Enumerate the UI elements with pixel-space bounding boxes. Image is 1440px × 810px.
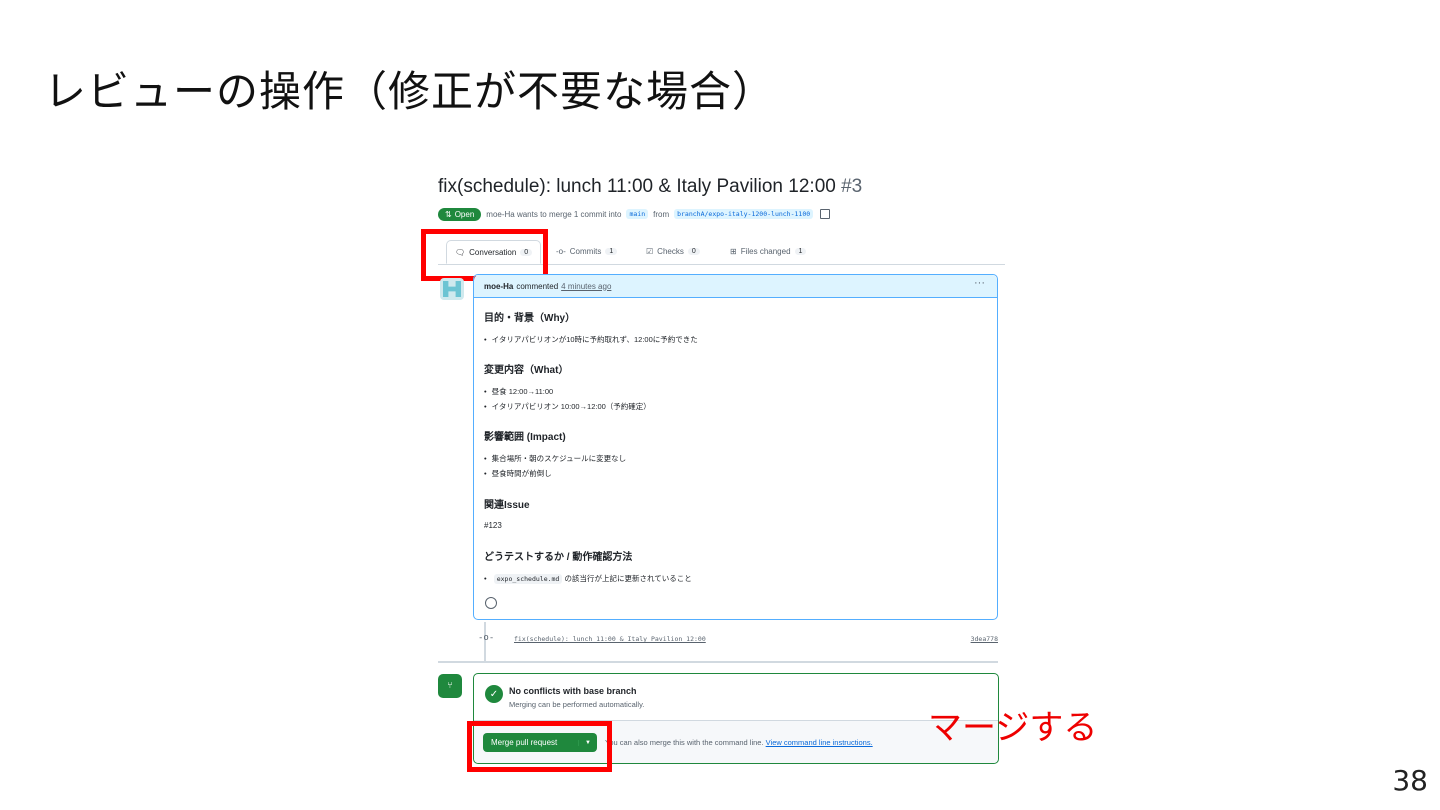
page-number: 38 bbox=[1392, 764, 1428, 797]
tab-count: 1 bbox=[794, 247, 807, 255]
merge-status-subtitle: Merging can be performed automatically. bbox=[509, 700, 645, 709]
status-badge: ⇅ Open bbox=[438, 207, 482, 221]
comment-action: commented bbox=[516, 281, 559, 291]
list-item: 昼食時間が前倒し bbox=[484, 468, 552, 479]
from-label: from bbox=[653, 209, 670, 219]
commit-row: -o- fix(schedule): lunch 11:00 & Italy P… bbox=[474, 633, 998, 647]
tab-label: Files changed bbox=[740, 246, 791, 256]
section-heading: どうテストするか / 動作確認方法 bbox=[484, 552, 633, 563]
annotation-merge: マージする bbox=[928, 708, 1098, 748]
pr-meta: ⇅ Open moe-Ha wants to merge 1 commit in… bbox=[438, 205, 831, 223]
check-icon: ✓ bbox=[485, 685, 503, 703]
list-item: イタリアパビリオンが10時に予約取れず、12:00に予約できた bbox=[484, 334, 698, 345]
tab-commits[interactable]: -o- Commits 1 bbox=[556, 240, 618, 262]
test-description: の該当行が上記に更新されていること bbox=[564, 574, 692, 583]
copy-icon[interactable] bbox=[820, 209, 831, 219]
commit-icon: -o- bbox=[556, 246, 566, 256]
tab-files-changed[interactable]: ⊞ Files changed 1 bbox=[730, 240, 807, 262]
issue-reference[interactable]: #123 bbox=[484, 521, 502, 530]
tab-label: Commits bbox=[569, 246, 602, 256]
more-options-icon[interactable]: ··· bbox=[974, 277, 985, 289]
command-line-text: You can also merge this with the command… bbox=[605, 738, 764, 747]
merge-status-title: No conflicts with base branch bbox=[509, 686, 637, 696]
tab-count: 0 bbox=[687, 247, 700, 255]
git-merge-icon: ⑂ bbox=[438, 674, 462, 698]
tab-count: 1 bbox=[605, 247, 618, 255]
command-line-link[interactable]: View command line instructions. bbox=[766, 738, 873, 747]
section-heading: 関連Issue bbox=[484, 500, 530, 511]
comment-author[interactable]: moe-Ha bbox=[484, 282, 513, 291]
base-branch[interactable]: main bbox=[626, 209, 649, 219]
slide-title: レビューの操作（修正が不要な場合） bbox=[44, 67, 776, 116]
commit-icon: -o- bbox=[478, 633, 495, 643]
section-heading: 変更内容（What） bbox=[484, 365, 569, 376]
pr-number: #3 bbox=[841, 176, 863, 197]
pr-description-comment: moe-Ha commented 4 minutes ago ··· 目的・背景… bbox=[473, 274, 998, 620]
checks-icon: ☑ bbox=[646, 246, 654, 256]
timeline-divider bbox=[438, 661, 998, 663]
section-heading: 影響範囲 (Impact) bbox=[484, 432, 566, 443]
pr-title: fix(schedule): lunch 11:00 & Italy Pavil… bbox=[438, 176, 862, 198]
pull-request-icon: ⇅ bbox=[445, 209, 452, 219]
pr-title-text: fix(schedule): lunch 11:00 & Italy Pavil… bbox=[438, 176, 836, 197]
merge-description: moe-Ha wants to merge 1 commit into bbox=[486, 209, 622, 219]
comment-time[interactable]: 4 minutes ago bbox=[561, 282, 611, 291]
file-name-code: expo_schedule.md bbox=[493, 574, 563, 584]
file-diff-icon: ⊞ bbox=[730, 246, 737, 256]
command-line-hint: You can also merge this with the command… bbox=[605, 738, 873, 747]
list-item: イタリアパビリオン 10:00→12:00（予約確定） bbox=[484, 401, 651, 412]
commit-message[interactable]: fix(schedule): lunch 11:00 & Italy Pavil… bbox=[514, 635, 706, 643]
commit-sha[interactable]: 3dea778 bbox=[971, 635, 998, 643]
status-badge-label: Open bbox=[454, 209, 475, 219]
list-item: 集合場所・朝のスケジュールに変更なし bbox=[484, 453, 626, 464]
tab-label: Checks bbox=[657, 246, 684, 256]
list-item: 昼食 12:00→11:00 bbox=[484, 386, 554, 397]
highlight-merge-button bbox=[467, 721, 612, 772]
avatar[interactable] bbox=[440, 278, 464, 300]
list-item: expo_schedule.md の該当行が上記に更新されていること bbox=[484, 573, 692, 584]
tab-checks[interactable]: ☑ Checks 0 bbox=[646, 240, 700, 262]
head-branch[interactable]: branchA/expo-italy-1200-lunch-1100 bbox=[674, 209, 814, 219]
comment-header: moe-Ha commented 4 minutes ago ··· bbox=[474, 275, 997, 298]
section-heading: 目的・背景（Why） bbox=[484, 313, 576, 324]
add-reaction-icon[interactable] bbox=[485, 597, 497, 609]
